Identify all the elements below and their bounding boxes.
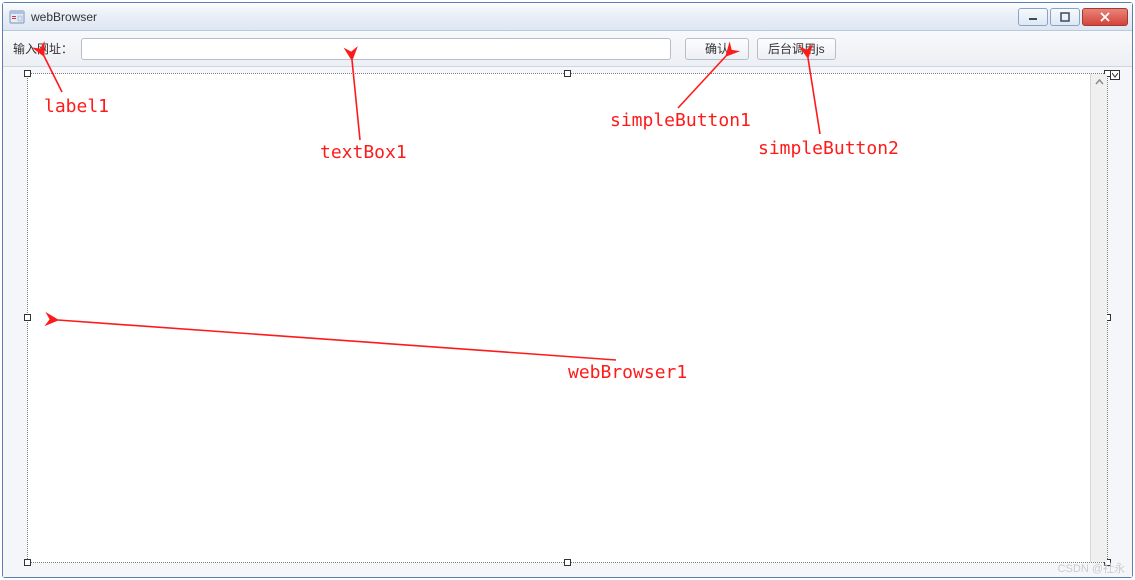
resize-handle-icon[interactable]: [24, 70, 31, 77]
close-button[interactable]: [1082, 8, 1128, 26]
app-icon: [9, 9, 25, 25]
titlebar[interactable]: webBrowser: [3, 3, 1132, 31]
maximize-button[interactable]: [1050, 8, 1080, 26]
call-js-button[interactable]: 后台调用js: [757, 38, 836, 60]
scroll-up-icon[interactable]: [1091, 74, 1107, 91]
resize-handle-icon[interactable]: [24, 559, 31, 566]
window-title: webBrowser: [31, 10, 1018, 24]
url-input[interactable]: [81, 38, 671, 60]
webbrowser-control[interactable]: [27, 73, 1108, 563]
client-area: [3, 67, 1132, 577]
toolbar: 输入网址： 确认 后台调用js: [3, 31, 1132, 67]
scrollbar[interactable]: [1090, 74, 1107, 562]
url-label: 输入网址：: [13, 40, 73, 57]
resize-handle-icon[interactable]: [564, 70, 571, 77]
minimize-button[interactable]: [1018, 8, 1048, 26]
confirm-button[interactable]: 确认: [685, 38, 749, 60]
resize-handle-icon[interactable]: [564, 559, 571, 566]
resize-handle-icon[interactable]: [24, 314, 31, 321]
window-controls: [1018, 8, 1128, 26]
window-frame: webBrowser 输入网址： 确认 后台调用js: [2, 2, 1133, 578]
smart-tag-icon[interactable]: [1110, 70, 1120, 80]
